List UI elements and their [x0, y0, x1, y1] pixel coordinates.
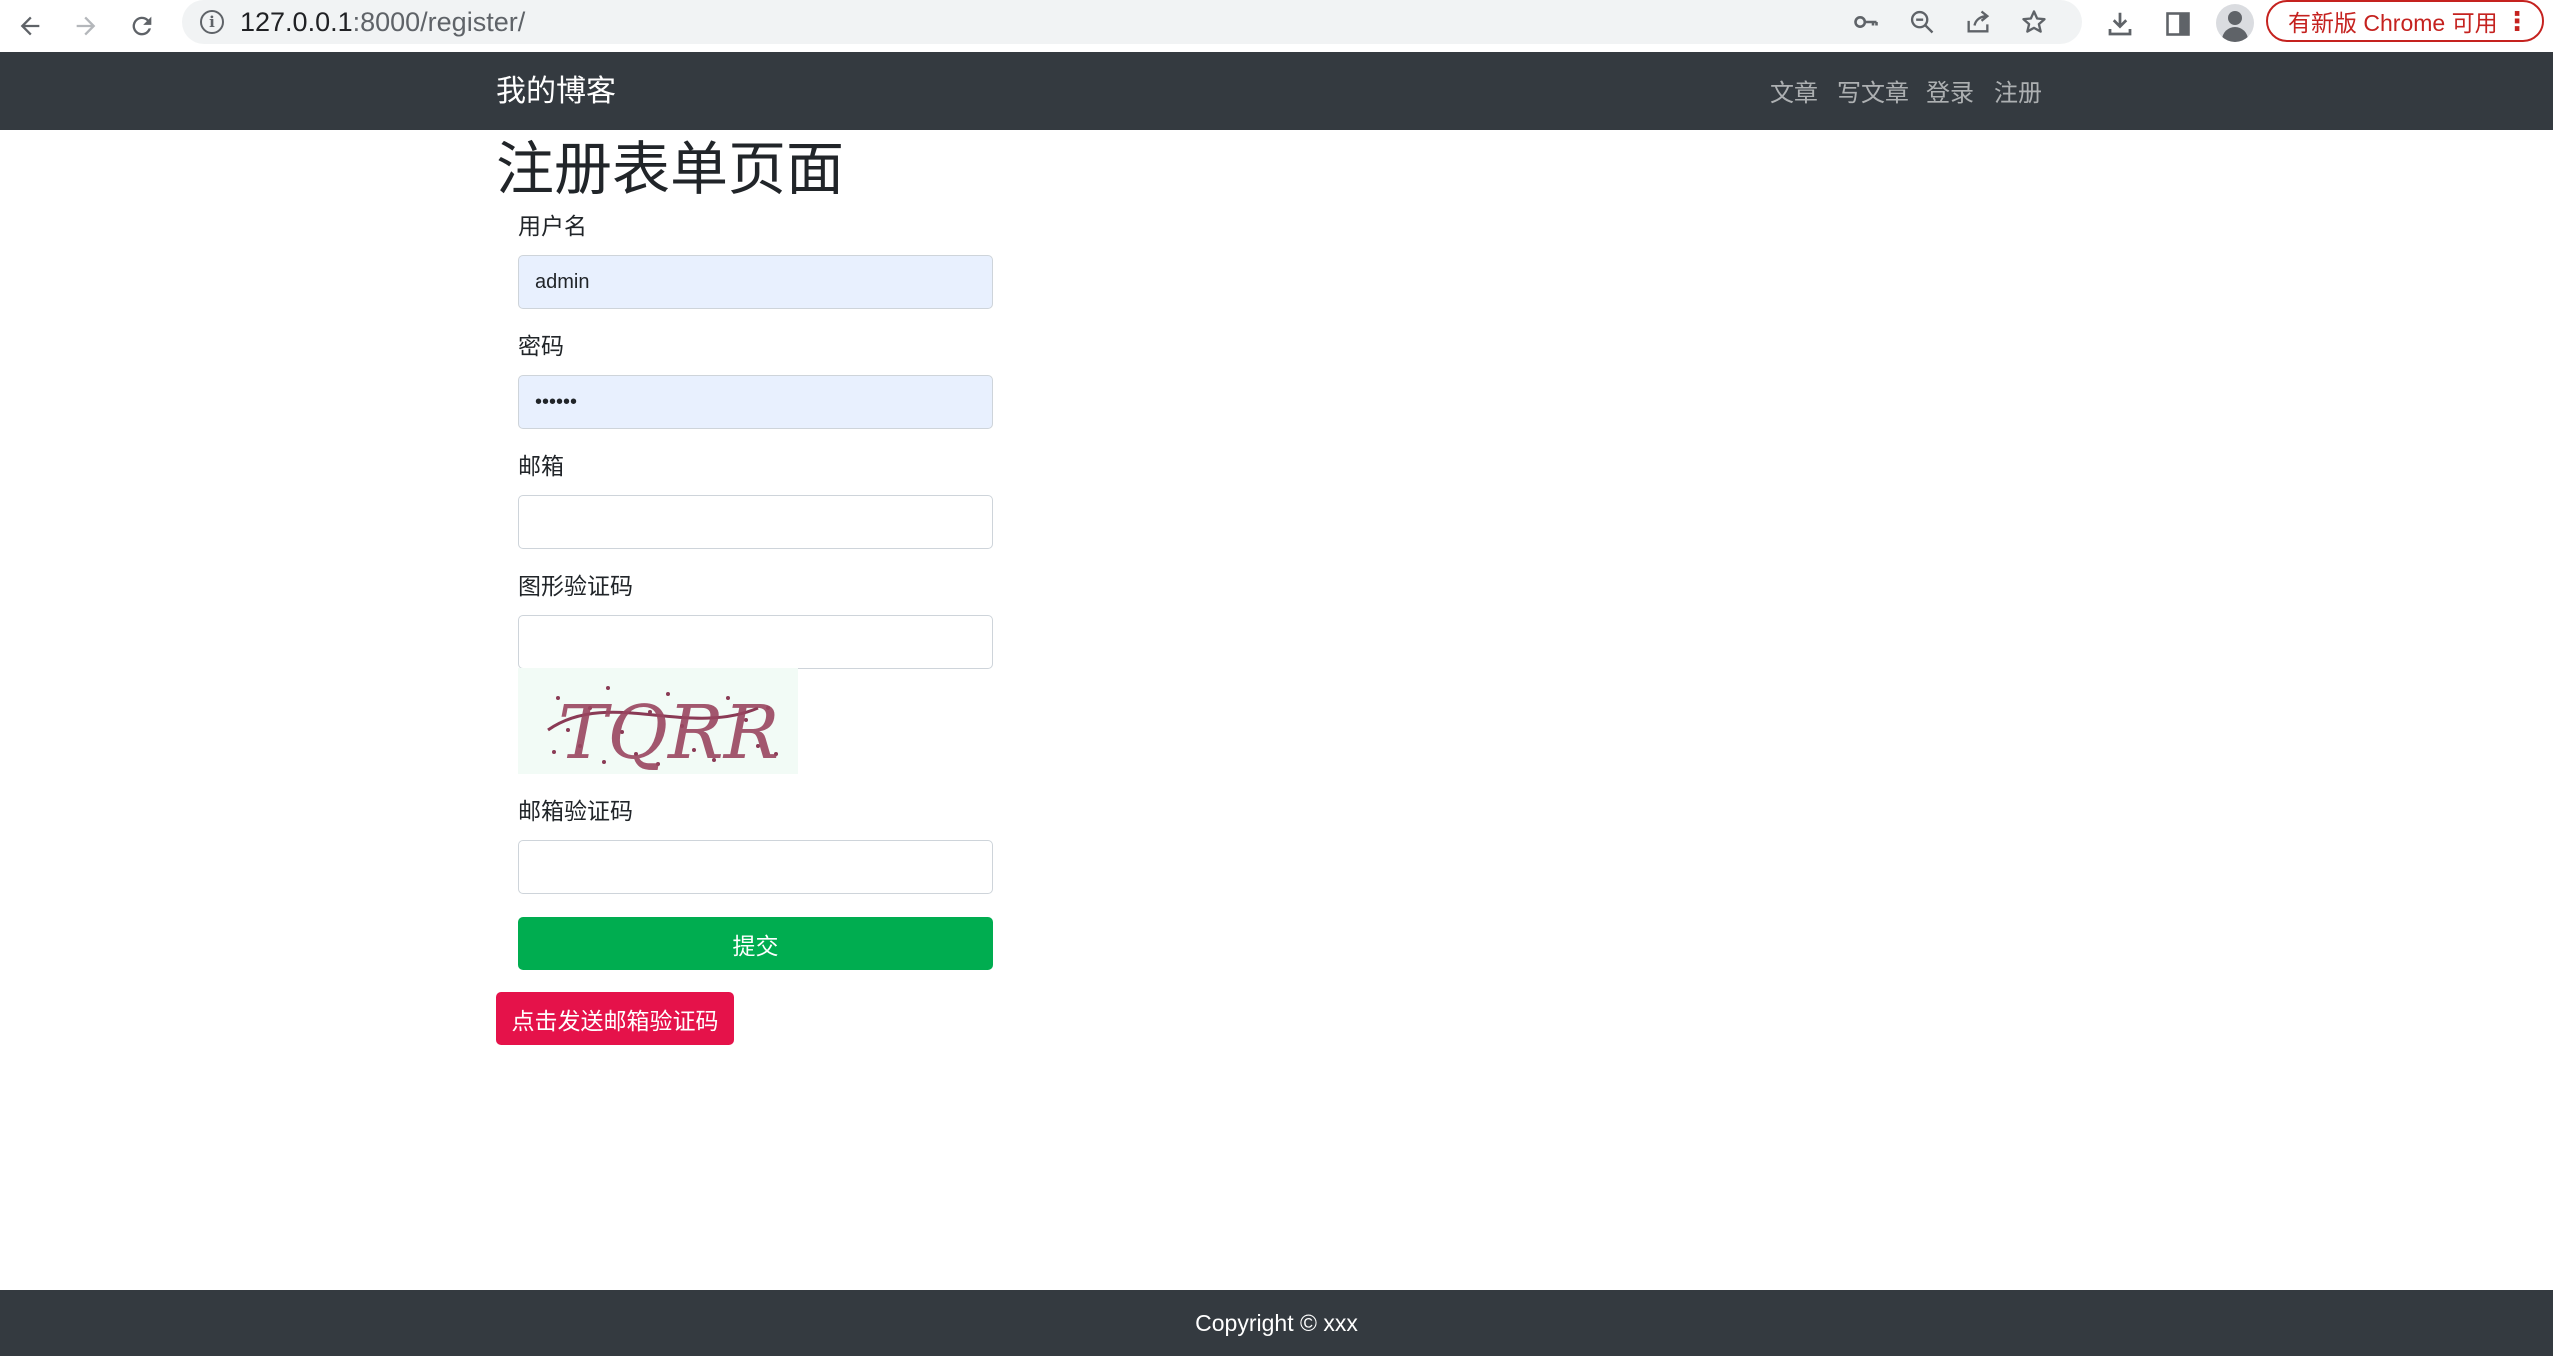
update-label: 有新版 Chrome 可用 [2288, 10, 2498, 36]
brand-link[interactable]: 我的博客 [496, 72, 616, 112]
submit-button[interactable]: 提交 [518, 917, 993, 970]
url-text[interactable]: 127.0.0.1:8000/register/ [240, 4, 525, 40]
send-email-code-button[interactable]: 点击发送邮箱验证码 [496, 992, 734, 1045]
back-arrow-icon[interactable] [8, 4, 52, 48]
password-input[interactable] [518, 375, 993, 429]
share-icon[interactable] [1958, 2, 1998, 42]
captcha-image[interactable]: TQRR [518, 668, 798, 776]
email-input[interactable] [518, 495, 993, 549]
side-panel-icon[interactable] [2156, 2, 2200, 46]
profile-icon[interactable] [2216, 4, 2254, 42]
email-label: 邮箱 [518, 454, 564, 480]
browser-toolbar: i 127.0.0.1:8000/register/ 有新版 Chrome 可用… [0, 0, 2553, 52]
key-icon[interactable] [1846, 2, 1886, 42]
kebab-menu-icon[interactable]: ⋮ [2504, 6, 2530, 36]
copyright-text: Copyright © xxx [1195, 1310, 1358, 1336]
site-footer: Copyright © xxx [0, 1290, 2553, 1356]
url-host: 127.0.0.1 [240, 7, 353, 37]
nav-link-register[interactable]: 注册 [1994, 76, 2042, 110]
zoom-out-icon[interactable] [1902, 2, 1942, 42]
nav-link-write-article[interactable]: 写文章 [1837, 76, 1909, 110]
reload-icon[interactable] [120, 4, 164, 48]
site-navbar: 我的博客 文章 写文章 登录 注册 [0, 52, 2553, 130]
nav-link-articles[interactable]: 文章 [1770, 76, 1818, 110]
password-label: 密码 [518, 334, 564, 360]
info-icon[interactable]: i [200, 10, 224, 34]
download-icon[interactable] [2098, 2, 2142, 46]
username-input[interactable] [518, 255, 993, 309]
captcha-text: TQRR [558, 690, 779, 774]
nav-link-login[interactable]: 登录 [1926, 76, 1974, 110]
email-code-input[interactable] [518, 840, 993, 894]
update-chrome-button[interactable]: 有新版 Chrome 可用 ⋮ [2266, 0, 2544, 42]
captcha-label: 图形验证码 [518, 574, 633, 600]
url-path: :8000/register/ [352, 7, 526, 37]
star-icon[interactable] [2014, 2, 2054, 42]
page-title: 注册表单页面 [496, 135, 845, 203]
forward-arrow-icon[interactable] [64, 4, 108, 48]
username-label: 用户名 [518, 214, 587, 240]
captcha-input[interactable] [518, 615, 993, 669]
email-code-label: 邮箱验证码 [518, 799, 633, 825]
address-bar[interactable]: i 127.0.0.1:8000/register/ [182, 0, 2082, 44]
